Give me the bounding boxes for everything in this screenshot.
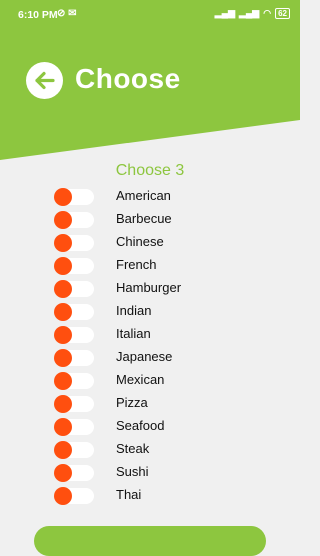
toggle-knob	[54, 234, 72, 252]
cuisine-label: Steak	[116, 441, 150, 456]
cuisine-label: Thai	[116, 487, 142, 502]
notification-icons: ⊘ ✉	[57, 8, 77, 19]
cuisine-label: Sushi	[116, 464, 149, 479]
toggle-knob	[54, 326, 72, 344]
status-bar: 6:10 PM ⊘ ✉ ▂▄▆ ▂▄▆ ◠ 62	[0, 0, 300, 28]
cuisine-label: Mexican	[116, 372, 165, 387]
toggle-switch[interactable]	[54, 418, 94, 436]
list-item[interactable]: Sushi	[50, 461, 270, 484]
toggle-switch[interactable]	[54, 280, 94, 298]
toggle-switch[interactable]	[54, 211, 94, 229]
cuisine-label: Barbecue	[116, 211, 172, 226]
battery-icon: 62	[275, 8, 290, 19]
cuisine-label: Hamburger	[116, 280, 182, 295]
list-item[interactable]: American	[50, 185, 270, 208]
toggle-switch[interactable]	[54, 257, 94, 275]
toggle-knob	[54, 280, 72, 298]
cuisine-label: Indian	[116, 303, 152, 318]
toggle-knob	[54, 395, 72, 413]
toggle-knob	[54, 441, 72, 459]
cuisine-label: American	[116, 188, 171, 203]
toggle-switch[interactable]	[54, 303, 94, 321]
toggle-knob	[54, 303, 72, 321]
cuisine-label: Chinese	[116, 234, 164, 249]
toggle-switch[interactable]	[54, 487, 94, 505]
status-time: 6:10 PM	[18, 9, 58, 21]
toggle-switch[interactable]	[54, 234, 94, 252]
toggle-switch[interactable]	[54, 349, 94, 367]
list-item[interactable]: Italian	[50, 323, 270, 346]
wifi-icon: ◠	[263, 8, 272, 18]
toggle-knob	[54, 257, 72, 275]
cuisine-label: Pizza	[116, 395, 148, 410]
cuisine-label: Japanese	[116, 349, 173, 364]
arrow-left-icon	[35, 71, 55, 90]
toggle-switch[interactable]	[54, 326, 94, 344]
list-item[interactable]: Japanese	[50, 346, 270, 369]
continue-button[interactable]	[34, 526, 266, 556]
cuisine-list: American Barbecue Chinese French Hamburg…	[50, 185, 270, 507]
toggle-switch[interactable]	[54, 464, 94, 482]
list-item[interactable]: Hamburger	[50, 277, 270, 300]
toggle-knob	[54, 418, 72, 436]
cuisine-label: Seafood	[116, 418, 165, 433]
choose-prompt: Choose 3	[115, 162, 185, 179]
cuisine-label: Italian	[116, 326, 151, 341]
page-title: Choose	[75, 63, 181, 94]
back-button[interactable]	[26, 62, 63, 99]
toggle-switch[interactable]	[54, 395, 94, 413]
toggle-knob	[54, 487, 72, 505]
header-banner: 6:10 PM ⊘ ✉ ▂▄▆ ▂▄▆ ◠ 62 Choose	[0, 0, 300, 160]
toggle-knob	[54, 188, 72, 206]
toggle-knob	[54, 211, 72, 229]
toggle-switch[interactable]	[54, 441, 94, 459]
list-item[interactable]: Pizza	[50, 392, 270, 415]
system-icons: ▂▄▆ ▂▄▆ ◠ 62	[215, 8, 290, 19]
signal-icon-2: ▂▄▆	[239, 8, 260, 18]
list-item[interactable]: Chinese	[50, 231, 270, 254]
toggle-knob	[54, 372, 72, 390]
toggle-knob	[54, 349, 72, 367]
signal-icon: ▂▄▆	[214, 8, 235, 18]
toggle-knob	[54, 464, 72, 482]
list-item[interactable]: Steak	[50, 438, 270, 461]
list-item[interactable]: Indian	[50, 300, 270, 323]
list-item[interactable]: Mexican	[50, 369, 270, 392]
list-item[interactable]: Barbecue	[50, 208, 270, 231]
list-item[interactable]: Seafood	[50, 415, 270, 438]
list-item[interactable]: Thai	[50, 484, 270, 507]
toggle-switch[interactable]	[54, 372, 94, 390]
cuisine-label: French	[116, 257, 157, 272]
list-item[interactable]: French	[50, 254, 270, 277]
toggle-switch[interactable]	[54, 188, 94, 206]
